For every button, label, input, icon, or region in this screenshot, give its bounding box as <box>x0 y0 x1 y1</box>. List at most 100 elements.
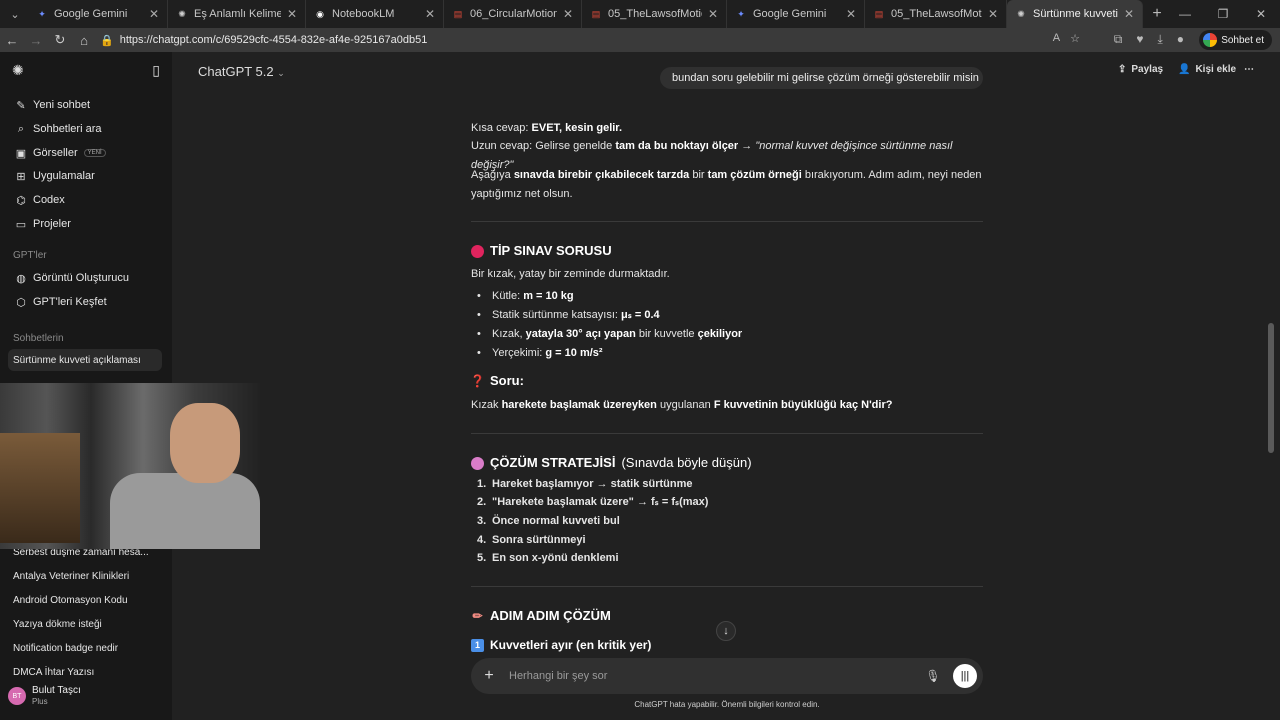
section2-title-suffix: (Sınavda böyle düşün) <box>621 455 752 470</box>
openai-logo-icon[interactable]: ✺ <box>12 62 24 79</box>
browser-tab[interactable]: ▤ 06_CircularMotion_01.pdf ✕ <box>444 0 582 28</box>
brain-icon <box>471 456 484 470</box>
short-answer-label: Kısa cevap: <box>471 122 529 134</box>
chat-history-item[interactable]: Yazıya dökme isteği <box>8 613 162 635</box>
share-button[interactable]: ⇪ Paylaş <box>1118 64 1163 75</box>
list-item-text: Yerçekimi: <box>492 347 546 359</box>
model-selector[interactable]: ChatGPT 5.2 ⌄ <box>198 64 285 79</box>
sidebar-item-new-chat[interactable]: ✎ Yeni sohbet <box>8 94 162 116</box>
avatar: BT <box>8 687 26 705</box>
account-avatar-icon[interactable]: ● <box>1177 32 1184 47</box>
address-bar[interactable]: 🔒 https://chatgpt.com/c/69529cfc-4554-83… <box>100 30 1090 50</box>
back-icon[interactable]: ← <box>0 33 24 48</box>
step1-heading: 1 Kuvvetleri ayır (en kritik yer) <box>471 636 651 655</box>
add-person-button[interactable]: 👤 Kişi ekle <box>1178 64 1236 75</box>
notebooklm-icon: ◉ <box>316 8 324 19</box>
close-tab-icon[interactable]: ✕ <box>988 7 998 21</box>
folder-icon: ▭ <box>15 218 27 231</box>
close-tab-icon[interactable]: ✕ <box>149 7 159 21</box>
microphone-icon[interactable]: 🎙 <box>923 669 943 683</box>
tab-title: Sürtünme kuvveti açıklaması <box>1033 8 1118 20</box>
close-tab-icon[interactable]: ✕ <box>708 7 718 21</box>
list-item-text: bir kuvvetle <box>635 328 698 340</box>
voice-mode-button[interactable]: ||| <box>953 664 977 688</box>
browser-tab[interactable]: ▤ 05_TheLawsofMotion_03.pdf ✕ <box>865 0 1007 28</box>
pencil-icon: ✏ <box>472 609 483 623</box>
sidebar-item-label: Sohbetleri ara <box>33 123 102 135</box>
add-attachment-icon[interactable]: + <box>471 667 507 685</box>
image-generator-icon: ◍ <box>16 272 26 285</box>
message-composer: + 🎙 ||| <box>471 658 983 694</box>
browser-tab[interactable]: ✦ Google Gemini ✕ <box>727 0 865 28</box>
scroll-to-bottom-button[interactable]: ↓ <box>716 621 736 641</box>
maximize-icon[interactable]: ❐ <box>1204 0 1242 28</box>
performance-icon[interactable]: ♥ <box>1136 32 1143 47</box>
browser-toolbar: ← → ↻ ⌂ 🔒 https://chatgpt.com/c/69529cfc… <box>0 28 1280 52</box>
tab-list-button[interactable]: ⌄ <box>2 4 28 24</box>
user-profile[interactable]: BT Bulut Taşcı Plus <box>8 680 162 712</box>
extensions-icon[interactable]: ⧉ <box>1114 32 1123 47</box>
list-item-text: En son x-yönü denklemi <box>492 552 619 564</box>
tab-title: Google Gemini <box>54 8 128 20</box>
numbered-list-item: 3. Önce normal kuvveti bul <box>477 512 620 531</box>
close-tab-icon[interactable]: ✕ <box>563 7 573 21</box>
question-title-text: Soru: <box>490 373 524 388</box>
browser-tab[interactable]: ✺ Eş Anlamlı Kelimeler ✕ <box>168 0 306 28</box>
list-item-text: Statik sürtünme katsayısı: <box>492 309 621 321</box>
minimize-icon[interactable]: — <box>1166 0 1204 28</box>
downloads-icon[interactable]: ⤓ <box>1157 32 1162 47</box>
list-item: • Statik sürtünme katsayısı: μₛ = 0.4 <box>477 306 660 325</box>
sidebar-gpt-item[interactable]: ⬡ GPT'leri Keşfet <box>8 291 162 313</box>
browser-tab-strip: ⌄ ✦Google Gemini✕✺Eş Anlamlı Kelimeler✕◉… <box>0 0 1280 28</box>
question-mark-icon: ❓ <box>470 374 485 388</box>
sidebar-item-label: Görseller <box>33 147 78 159</box>
copilot-chat-button[interactable]: Sohbet et <box>1199 30 1272 50</box>
chatgpt-icon: ✺ <box>1017 8 1025 19</box>
browser-tab[interactable]: ✺ Sürtünme kuvveti açıklaması ✕ <box>1007 0 1143 28</box>
sidebar-gpt-item[interactable]: ◍ Görüntü Oluşturucu <box>8 267 162 289</box>
section-title-strategy: ÇÖZÜM STRATEJİSİ (Sınavda böyle düşün) <box>471 454 752 473</box>
home-icon[interactable]: ⌂ <box>72 33 96 48</box>
question-pre: Kızak <box>471 399 499 411</box>
sidebar-item-label: Görüntü Oluşturucu <box>33 272 129 284</box>
sidebar-item-label: Uygulamalar <box>33 170 95 182</box>
long-answer-bold: tam da bu noktayı ölçer <box>615 140 739 152</box>
tab-title: Google Gemini <box>753 8 827 20</box>
close-window-icon[interactable]: ✕ <box>1242 0 1280 28</box>
close-tab-icon[interactable]: ✕ <box>425 7 435 21</box>
browser-tab[interactable]: ◉ NotebookLM ✕ <box>306 0 444 28</box>
divider <box>471 586 983 587</box>
chat-history-item[interactable]: Notification badge nedir <box>8 637 162 659</box>
sidebar-toggle-icon[interactable]: ▯ <box>152 62 160 79</box>
prompt-input[interactable] <box>507 669 923 683</box>
close-tab-icon[interactable]: ✕ <box>1124 7 1134 21</box>
chat-history-item[interactable]: Antalya Veteriner Klinikleri <box>8 565 162 587</box>
sidebar-item-codex[interactable]: ⌬ Codex <box>8 189 162 211</box>
long-answer-text: Gelirse genelde <box>535 140 613 152</box>
close-tab-icon[interactable]: ✕ <box>846 7 856 21</box>
chat-history-item[interactable]: Android Otomasyon Kodu <box>8 589 162 611</box>
sidebar-item-folder[interactable]: ▭ Projeler <box>8 213 162 235</box>
disclaimer: ChatGPT hata yapabilir. Önemli bilgileri… <box>634 700 820 709</box>
sidebar-item-apps[interactable]: ⊞ Uygulamalar <box>8 165 162 187</box>
more-options-icon[interactable]: ⋯ <box>1244 64 1254 75</box>
short-answer-value: EVET, kesin gelir. <box>531 122 623 134</box>
sidebar-item-images[interactable]: ▣ Görseller YENİ <box>8 142 162 164</box>
favorite-star-icon[interactable]: ☆ <box>1070 32 1080 45</box>
reload-icon[interactable]: ↻ <box>48 32 72 48</box>
sidebar-item-label: GPT'leri Keşfet <box>33 296 107 308</box>
copilot-label: Sohbet et <box>1221 34 1264 46</box>
close-tab-icon[interactable]: ✕ <box>287 7 297 21</box>
page-scrollbar[interactable] <box>1268 323 1274 453</box>
browser-tab[interactable]: ▤ 05_TheLawsofMotion_02.pdf ✕ <box>582 0 727 28</box>
sidebar-item-search[interactable]: ⌕ Sohbetleri ara <box>8 118 162 140</box>
chatgpt-icon: ✺ <box>178 8 186 19</box>
long-answer-label: Uzun cevap: <box>471 140 533 152</box>
section3-title-text: ADIM ADIM ÇÖZÜM <box>490 608 611 623</box>
forward-icon[interactable]: → <box>24 33 48 48</box>
browser-tab[interactable]: ✦ Google Gemini ✕ <box>28 0 168 28</box>
chat-history-item[interactable]: Sürtünme kuvveti açıklaması <box>8 349 162 371</box>
bullet: • <box>477 347 481 359</box>
read-aloud-icon[interactable]: A <box>1053 32 1060 45</box>
divider <box>471 433 983 434</box>
